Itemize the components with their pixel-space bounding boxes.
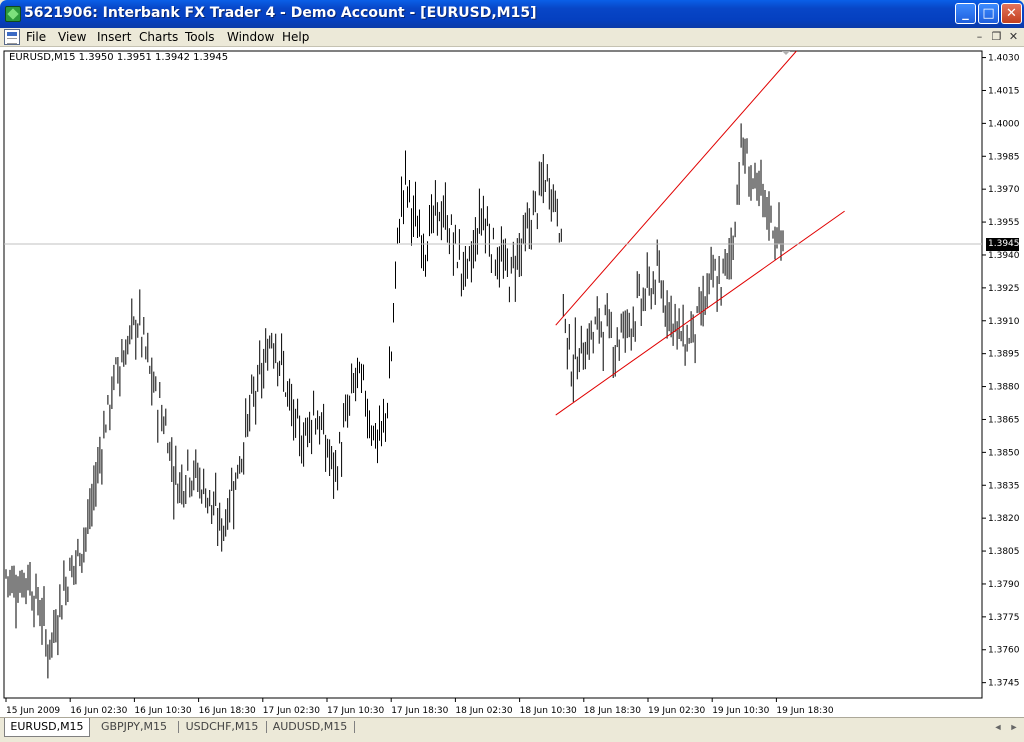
x-tick-label: 18 Jun 02:30 bbox=[455, 706, 512, 716]
tab-separator bbox=[266, 721, 267, 733]
y-tick-label: 1.3910 bbox=[988, 317, 1020, 327]
tab-gbpjpy[interactable]: GBPJPY,M15 bbox=[92, 718, 176, 737]
app-icon[interactable] bbox=[5, 6, 21, 22]
y-tick-label: 1.3895 bbox=[988, 350, 1020, 360]
y-tick-label: 1.3775 bbox=[988, 613, 1020, 623]
price-chart[interactable]: 1.4030 1.4015 1.4000 1.3985 1.3970 1.3955 1.39… bbox=[0, 47, 1024, 717]
y-tick-label: 1.3835 bbox=[988, 481, 1020, 491]
trendline bbox=[555, 50, 797, 326]
y-tick-label: 1.4030 bbox=[988, 54, 1020, 64]
mdi-restore-button[interactable]: ❐ bbox=[989, 30, 1004, 44]
chart-shift-marker-icon bbox=[782, 51, 790, 55]
x-tick-label: 16 Jun 10:30 bbox=[134, 706, 191, 716]
x-tick-label: 16 Jun 18:30 bbox=[199, 706, 256, 716]
x-tick-label: 15 Jun 2009 bbox=[6, 706, 60, 716]
y-tick-label: 1.3940 bbox=[988, 251, 1020, 261]
y-tick-label: 1.3970 bbox=[988, 185, 1020, 195]
menu-charts[interactable]: Charts bbox=[139, 30, 178, 44]
menu-tools[interactable]: Tools bbox=[185, 30, 215, 44]
y-tick-label: 1.3850 bbox=[988, 448, 1020, 458]
x-tick-label: 17 Jun 10:30 bbox=[327, 706, 384, 716]
menu-bar: File View Insert Charts Tools Window Hel… bbox=[0, 28, 1024, 47]
y-tick-label: 1.3955 bbox=[988, 218, 1020, 228]
y-tick-label: 1.3760 bbox=[988, 646, 1020, 656]
mdi-close-button[interactable]: ✕ bbox=[1006, 30, 1021, 44]
y-tick-label: 1.3925 bbox=[988, 284, 1020, 294]
tab-eurusd[interactable]: EURUSD,M15 bbox=[4, 718, 90, 737]
y-tick-label: 1.4000 bbox=[988, 119, 1020, 129]
maximize-button[interactable]: □ bbox=[978, 3, 999, 24]
menu-help[interactable]: Help bbox=[282, 30, 309, 44]
tab-separator bbox=[354, 721, 355, 733]
chart-window[interactable]: 1.4030 1.4015 1.4000 1.3985 1.3970 1.3955 1.39… bbox=[0, 47, 1024, 717]
x-tick-label: 19 Jun 10:30 bbox=[712, 706, 769, 716]
x-tick-label: 17 Jun 18:30 bbox=[391, 706, 448, 716]
x-tick-label: 18 Jun 18:30 bbox=[584, 706, 641, 716]
tab-audusd[interactable]: AUDUSD,M15 bbox=[268, 718, 352, 737]
y-tick-label: 1.3745 bbox=[988, 679, 1020, 689]
menu-insert[interactable]: Insert bbox=[97, 30, 131, 44]
title-bar: 5621906: Interbank FX Trader 4 - Demo Ac… bbox=[0, 0, 1024, 28]
tabs-scroll-right-icon[interactable]: ► bbox=[1008, 720, 1020, 734]
y-tick-label: 1.3820 bbox=[988, 514, 1020, 524]
current-price-label: 1.3945 bbox=[986, 238, 1020, 251]
y-tick-label: 1.3790 bbox=[988, 580, 1020, 590]
symbol-info: EURUSD,M15 1.3950 1.3951 1.3942 1.3945 bbox=[9, 52, 229, 63]
y-tick-label: 1.4015 bbox=[988, 86, 1020, 96]
tab-usdchf[interactable]: USDCHF,M15 bbox=[180, 718, 264, 737]
y-tick-label: 1.3865 bbox=[988, 415, 1020, 425]
menu-file[interactable]: File bbox=[26, 30, 46, 44]
tab-separator bbox=[178, 721, 179, 733]
y-tick-label: 1.3880 bbox=[988, 383, 1020, 393]
y-tick-label: 1.3985 bbox=[988, 152, 1020, 162]
x-tick-label: 16 Jun 02:30 bbox=[70, 706, 127, 716]
chart-window-icon[interactable] bbox=[4, 29, 20, 45]
x-tick-label: 19 Jun 18:30 bbox=[776, 706, 833, 716]
y-tick-label: 1.3805 bbox=[988, 547, 1020, 557]
close-button[interactable]: ✕ bbox=[1001, 3, 1022, 24]
minimize-button[interactable]: _ bbox=[955, 3, 976, 24]
menu-window[interactable]: Window bbox=[227, 30, 274, 44]
x-tick-label: 17 Jun 02:30 bbox=[263, 706, 320, 716]
menu-view[interactable]: View bbox=[58, 30, 86, 44]
tabs-scroll-left-icon[interactable]: ◄ bbox=[992, 720, 1004, 734]
mdi-minimize-button[interactable]: – bbox=[972, 30, 987, 44]
window-title: 5621906: Interbank FX Trader 4 - Demo Ac… bbox=[24, 5, 537, 21]
x-tick-label: 19 Jun 02:30 bbox=[648, 706, 705, 716]
chart-tabs: EURUSD,M15 GBPJPY,M15 USDCHF,M15 AUDUSD,… bbox=[0, 717, 1024, 742]
x-tick-label: 18 Jun 10:30 bbox=[520, 706, 577, 716]
plot-border bbox=[3, 50, 983, 699]
